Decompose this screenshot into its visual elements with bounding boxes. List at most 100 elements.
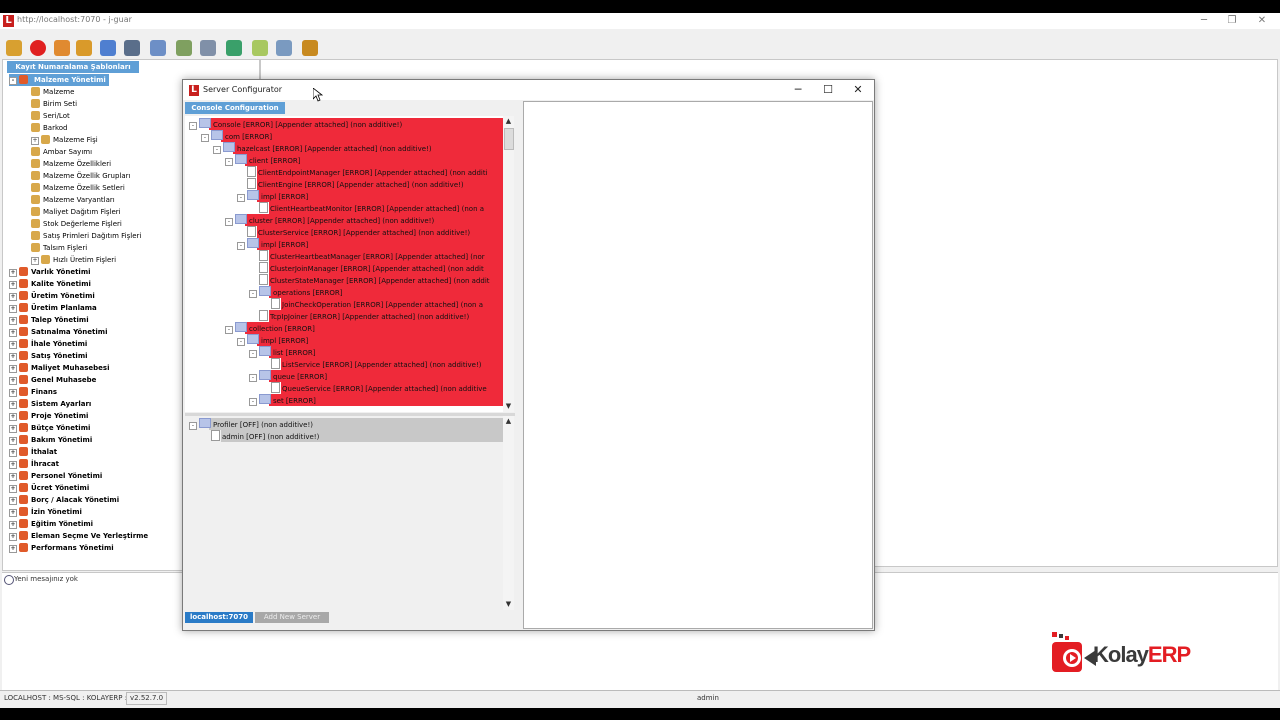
tree-item[interactable]: + İhracat [9,458,59,470]
logger-node[interactable]: - com [ERROR] [201,130,503,142]
logger-node[interactable]: ListService [ERROR] [Appender attached] … [261,358,503,370]
tree-item[interactable]: + Proje Yönetimi [9,410,88,422]
logger-node[interactable]: QueueService [ERROR] [Appender attached]… [261,382,503,394]
tree-item[interactable]: + Satış Yönetimi [9,350,88,362]
logger-node[interactable]: ClientEndpointManager [ERROR] [Appender … [237,166,503,178]
tree-item[interactable]: + Borç / Alacak Yönetimi [9,494,119,506]
logger-node[interactable]: - impl [ERROR] [237,238,503,250]
collapse-icon[interactable]: - [225,218,233,226]
user-icon[interactable] [76,40,92,56]
tree-item[interactable]: + Satınalma Yönetimi [9,326,107,338]
key-icon[interactable] [6,40,22,56]
network-icon[interactable] [150,40,166,56]
tree-item[interactable]: Malzeme Varyantları [31,194,115,206]
tree-item[interactable]: Barkod [31,122,68,134]
tree-item[interactable]: Seri/Lot [31,110,70,122]
tree-item[interactable]: + Üretim Planlama [9,302,97,314]
scroll-thumb[interactable] [504,128,514,150]
scroll-down-icon[interactable]: ▼ [503,401,514,412]
expand-icon[interactable]: + [9,389,17,397]
tree-item[interactable]: Malzeme Özellik Setleri [31,182,125,194]
logger-node[interactable]: admin [OFF] (non additive!) [201,430,505,442]
tree-item[interactable]: Birim Seti [31,98,77,110]
maximize-button[interactable]: ❐ [1220,13,1244,29]
expand-icon[interactable]: + [9,365,17,373]
table-icon[interactable] [276,40,292,56]
logger-node[interactable]: - set [ERROR] [249,394,503,406]
expand-icon[interactable]: + [9,269,17,277]
logger-node[interactable]: - hazelcast [ERROR] [Appender attached] (… [213,142,503,154]
collapse-icon[interactable]: - [237,242,245,250]
logger-node[interactable]: - operations [ERROR] [249,286,503,298]
collapse-icon[interactable]: - [249,398,257,406]
expand-icon[interactable]: + [9,497,17,505]
tree-item[interactable]: + Genel Muhasebe [9,374,96,386]
collapse-icon[interactable]: - [189,122,197,130]
tree-item[interactable]: + Varlık Yönetimi [9,266,91,278]
expand-icon[interactable]: + [9,533,17,541]
expand-icon[interactable]: + [9,413,17,421]
folder-icon[interactable] [252,40,268,56]
collapse-icon[interactable]: - [9,77,17,85]
tree-item[interactable]: Ambar Sayımı [31,146,92,158]
expand-icon[interactable]: + [31,257,39,265]
expand-icon[interactable]: + [31,137,39,145]
logger-node[interactable]: - Console [ERROR] [Appender attached] (no… [189,118,503,130]
tree-item[interactable]: - Malzeme Yönetimi [9,74,109,86]
scroll-up-icon[interactable]: ▲ [503,416,514,427]
card-icon[interactable] [200,40,216,56]
logger-node[interactable]: - cluster [ERROR] [Appender attached] (no… [225,214,503,226]
tree-item[interactable]: + İhale Yönetimi [9,338,87,350]
expand-icon[interactable]: + [9,293,17,301]
logger-node[interactable]: ClusterJoinManager [ERROR] [Appender att… [249,262,503,274]
logger-node[interactable]: - queue [ERROR] [249,370,503,382]
collapse-icon[interactable]: - [213,146,221,154]
expand-icon[interactable]: + [9,281,17,289]
expand-icon[interactable]: + [9,449,17,457]
tree-item[interactable]: + Finans [9,386,57,398]
expand-icon[interactable]: + [9,317,17,325]
expand-icon[interactable]: + [9,437,17,445]
expand-icon[interactable]: + [9,353,17,361]
tree-item[interactable]: Talsım Fişleri [31,242,87,254]
logger-node[interactable]: - collection [ERROR] [225,322,503,334]
collapse-icon[interactable]: - [201,134,209,142]
tree-item[interactable]: + İzin Yönetimi [9,506,82,518]
expand-icon[interactable]: + [9,485,17,493]
power-icon[interactable] [30,40,46,56]
chart-icon[interactable] [100,40,116,56]
tree-item[interactable]: + Bakım Yönetimi [9,434,92,446]
expand-icon[interactable]: + [9,545,17,553]
tree-item[interactable]: + Ücret Yönetimi [9,482,89,494]
expand-icon[interactable]: + [9,401,17,409]
tree-item[interactable]: + Bütçe Yönetimi [9,422,90,434]
logger-node[interactable]: ClientHeartbeatMonitor [ERROR] [Appender… [249,202,503,214]
collapse-icon[interactable]: - [249,290,257,298]
logger-node[interactable]: ClusterStateManager [ERROR] [Appender at… [249,274,503,286]
tree-item[interactable]: Malzeme Özellikleri [31,158,111,170]
dialog-minimize-button[interactable]: ─ [783,80,813,100]
collapse-icon[interactable]: - [225,326,233,334]
window-icon[interactable] [124,40,140,56]
scroll-up-icon[interactable]: ▲ [503,116,514,127]
logger-node[interactable]: ClusterHeartbeatManager [ERROR] [Appende… [249,250,503,262]
minimize-button[interactable]: ─ [1192,13,1216,29]
logger-node[interactable]: - impl [ERROR] [237,190,503,202]
tab-console-configuration[interactable]: Console Configuration [185,102,285,114]
dialog-close-button[interactable]: ✕ [843,80,873,100]
tree-item[interactable]: + Eleman Seçme Ve Yerleştirme [9,530,148,542]
tree-item[interactable]: + Hızlı Üretim Fişleri [31,254,116,266]
tree-item[interactable]: Maliyet Dağıtım Fişleri [31,206,121,218]
collapse-icon[interactable]: - [249,374,257,382]
wrench-icon[interactable] [302,40,318,56]
logger-node[interactable]: ClientEngine [ERROR] [Appender attached]… [237,178,503,190]
expand-icon[interactable]: + [9,473,17,481]
expand-icon[interactable]: + [9,341,17,349]
dialog-maximize-button[interactable]: ☐ [813,80,843,100]
collapse-icon[interactable]: - [237,194,245,202]
expand-icon[interactable]: + [9,329,17,337]
tree-item[interactable]: + Kalite Yönetimi [9,278,91,290]
logger-tree[interactable]: - Console [ERROR] [Appender attached] (no… [185,116,503,412]
tab-numbering-templates[interactable]: Kayıt Numaralama Şablonları [7,61,139,73]
profiler-tree-scrollbar[interactable]: ▲ ▼ [503,416,514,610]
